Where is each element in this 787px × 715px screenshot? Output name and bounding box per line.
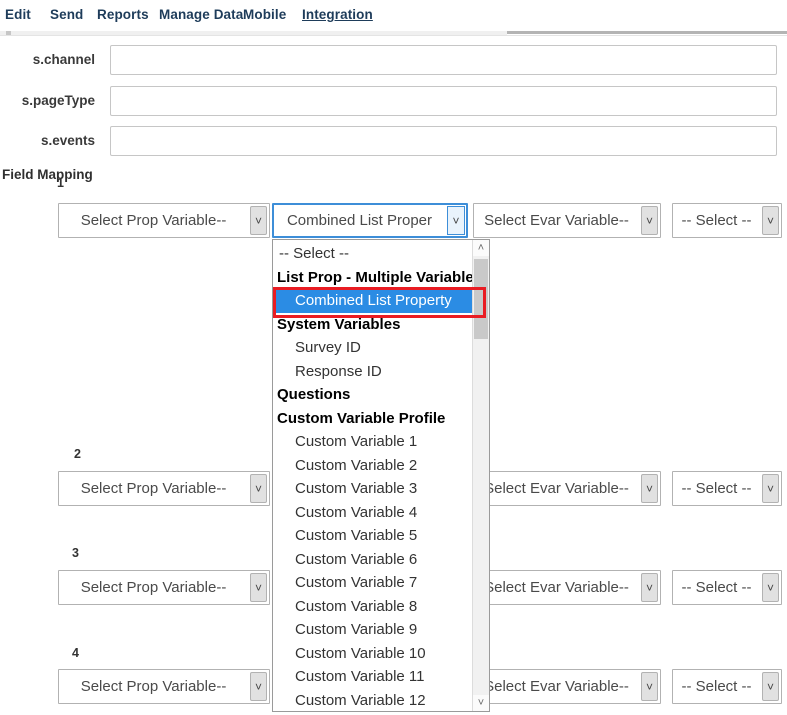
- chevron-down-icon: ˅: [641, 474, 658, 503]
- dropdown-group-header: Questions: [273, 383, 472, 407]
- chevron-down-icon: ˅: [250, 672, 267, 701]
- dropdown-option[interactable]: Custom Variable 6: [273, 548, 472, 572]
- select-value: Combined List Proper: [274, 205, 445, 236]
- scroll-up-icon[interactable]: ˄: [473, 240, 489, 256]
- chevron-down-icon: ˅: [447, 206, 465, 235]
- nav-item-send[interactable]: Send: [50, 7, 83, 22]
- page: Edit Send Reports Manage Data Mobile Int…: [0, 0, 787, 715]
- label-s-events: s.events: [0, 126, 95, 156]
- chevron-down-icon: ˅: [250, 573, 267, 602]
- select-value: Select Prop Variable--: [59, 670, 248, 703]
- chevron-down-icon: ˅: [762, 573, 779, 602]
- select-value: Select Evar Variable--: [474, 571, 639, 604]
- chevron-down-icon: ˅: [762, 672, 779, 701]
- select-value: -- Select --: [673, 571, 760, 604]
- select-value: Select Evar Variable--: [474, 472, 639, 505]
- dropdown-group-header: System Variables: [273, 313, 472, 337]
- select-value: -- Select --: [673, 472, 760, 505]
- dropdown-option[interactable]: Custom Variable 5: [273, 524, 472, 548]
- nav-divider-line: [0, 35, 787, 36]
- generic-select-2[interactable]: -- Select -- ˅: [672, 471, 782, 506]
- select-value: Select Prop Variable--: [59, 571, 248, 604]
- evar-variable-select-4[interactable]: Select Evar Variable-- ˅: [473, 669, 661, 704]
- dropdown-option[interactable]: Survey ID: [273, 336, 472, 360]
- prop-variable-select-4[interactable]: Select Prop Variable-- ˅: [58, 669, 270, 704]
- chevron-down-icon: ˅: [641, 672, 658, 701]
- nav-item-mobile[interactable]: Mobile: [243, 7, 286, 22]
- nav-divider-segment: [507, 31, 787, 34]
- input-s-channel[interactable]: [110, 45, 777, 75]
- chevron-down-icon: ˅: [250, 206, 267, 235]
- label-s-pagetype: s.pageType: [0, 86, 95, 116]
- nav-item-integration[interactable]: Integration: [302, 7, 373, 22]
- dropdown-option[interactable]: Custom Variable 11: [273, 665, 472, 689]
- label-s-channel: s.channel: [0, 45, 95, 75]
- dropdown-option[interactable]: Response ID: [273, 360, 472, 384]
- row-number: 1: [57, 176, 64, 190]
- evar-variable-select-2[interactable]: Select Evar Variable-- ˅: [473, 471, 661, 506]
- evar-variable-select-1[interactable]: Select Evar Variable-- ˅: [473, 203, 661, 238]
- prop-variable-select-2[interactable]: Select Prop Variable-- ˅: [58, 471, 270, 506]
- chevron-down-icon: ˅: [641, 573, 658, 602]
- dropdown-option[interactable]: Custom Variable 8: [273, 595, 472, 619]
- select-value: Select Evar Variable--: [474, 204, 639, 237]
- list-variable-dropdown: -- Select --List Prop - Multiple Variabl…: [272, 239, 490, 712]
- chevron-down-icon: ˅: [250, 474, 267, 503]
- evar-variable-select-3[interactable]: Select Evar Variable-- ˅: [473, 570, 661, 605]
- generic-select-4[interactable]: -- Select -- ˅: [672, 669, 782, 704]
- dropdown-option[interactable]: Custom Variable 10: [273, 642, 472, 666]
- dropdown-option[interactable]: Custom Variable 7: [273, 571, 472, 595]
- row-number: 4: [72, 646, 79, 660]
- prop-variable-select-3[interactable]: Select Prop Variable-- ˅: [58, 570, 270, 605]
- list-variable-select-1[interactable]: Combined List Proper ˅: [272, 203, 468, 238]
- dropdown-scrollbar[interactable]: ˄ ˅: [472, 240, 489, 711]
- generic-select-1[interactable]: -- Select -- ˅: [672, 203, 782, 238]
- dropdown-option[interactable]: Custom Variable 9: [273, 618, 472, 642]
- select-value: Select Prop Variable--: [59, 472, 248, 505]
- dropdown-option[interactable]: Custom Variable 3: [273, 477, 472, 501]
- select-value: Select Prop Variable--: [59, 204, 248, 237]
- dropdown-option[interactable]: Custom Variable 2: [273, 454, 472, 478]
- scroll-down-icon[interactable]: ˅: [473, 695, 489, 711]
- prop-variable-select-1[interactable]: Select Prop Variable-- ˅: [58, 203, 270, 238]
- dropdown-option[interactable]: Custom Variable 12: [273, 689, 472, 712]
- chevron-down-icon: ˅: [762, 206, 779, 235]
- dropdown-list: -- Select --List Prop - Multiple Variabl…: [273, 242, 472, 711]
- row-number: 2: [74, 447, 81, 461]
- dropdown-option[interactable]: Custom Variable 4: [273, 501, 472, 525]
- dropdown-group-header: Custom Variable Profile: [273, 407, 472, 431]
- generic-select-3[interactable]: -- Select -- ˅: [672, 570, 782, 605]
- scrollbar-thumb[interactable]: [474, 259, 488, 339]
- nav-item-manage-data[interactable]: Manage Data: [159, 7, 243, 22]
- input-s-events[interactable]: [110, 126, 777, 156]
- dropdown-group-header: List Prop - Multiple Variable: [273, 266, 472, 290]
- select-value: -- Select --: [673, 204, 760, 237]
- dropdown-option[interactable]: Custom Variable 1: [273, 430, 472, 454]
- dropdown-option[interactable]: -- Select --: [273, 242, 472, 266]
- row-number: 3: [72, 546, 79, 560]
- select-value: Select Evar Variable--: [474, 670, 639, 703]
- dropdown-option[interactable]: Combined List Property: [273, 289, 472, 313]
- chevron-down-icon: ˅: [641, 206, 658, 235]
- select-value: -- Select --: [673, 670, 760, 703]
- nav-item-reports[interactable]: Reports: [97, 7, 149, 22]
- field-mapping-title: Field Mapping: [2, 167, 93, 182]
- chevron-down-icon: ˅: [762, 474, 779, 503]
- input-s-pagetype[interactable]: [110, 86, 777, 116]
- nav-item-edit[interactable]: Edit: [5, 7, 31, 22]
